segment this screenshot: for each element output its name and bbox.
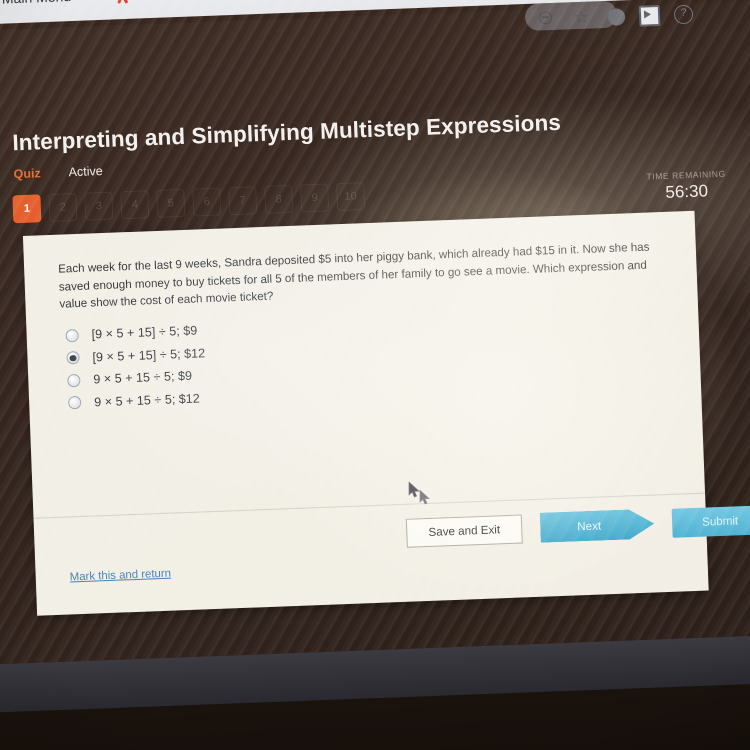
radio-button[interactable]	[67, 373, 81, 388]
quiz-card: Each week for the last 9 weeks, Sandra d…	[22, 210, 750, 616]
radio-button[interactable]	[67, 396, 82, 410]
help-icon[interactable]: ?	[673, 4, 694, 25]
bookmark-ttm[interactable]: TTM	[114, 0, 166, 2]
answer-option-label: [9 × 5 + 15] ÷ 5; $12	[92, 345, 206, 365]
answer-options: [9 × 5 + 15] ÷ 5; $9 [9 × 5 + 15] ÷ 5; $…	[65, 305, 588, 414]
mark-this-and-return-link[interactable]: Mark this and return	[70, 568, 172, 584]
timer: TIME REMAINING 56:30	[626, 168, 747, 204]
photo-of-monitor: Woman's × Woman's × Classes ×	[0, 0, 750, 750]
cast-icon[interactable]	[638, 4, 661, 27]
status-badge: Active	[68, 163, 103, 180]
question-tab-8[interactable]: 8	[264, 184, 294, 214]
bookmark-label: Trophies Main Menu	[0, 0, 71, 9]
radio-button[interactable]	[65, 328, 79, 343]
red-x-icon	[114, 0, 131, 2]
radio-button-selected[interactable]	[66, 351, 80, 365]
bookmark-label: TTM	[137, 0, 166, 2]
answer-option-label: [9 × 5 + 15] ÷ 5; $9	[91, 323, 198, 342]
browser-extension-icons: ?	[607, 4, 694, 28]
save-and-exit-button[interactable]: Save and Exit	[405, 513, 523, 548]
question-tab-1[interactable]: 1	[12, 194, 42, 224]
question-tab-2[interactable]: 2	[48, 192, 78, 222]
answer-option-label: 9 × 5 + 15 ÷ 5; $12	[93, 391, 201, 410]
monitor-screen: Woman's × Woman's × Classes ×	[0, 0, 750, 667]
zoom-out-icon[interactable]	[537, 9, 558, 30]
question-tab-9[interactable]: 9	[300, 183, 330, 213]
question-tab-10[interactable]: 10	[336, 182, 366, 212]
bookmark-trophies-main-menu[interactable]: Trophies Main Menu	[0, 0, 71, 10]
question-tab-3[interactable]: 3	[84, 191, 114, 221]
question-tab-4[interactable]: 4	[120, 190, 150, 220]
question-tab-6[interactable]: 6	[192, 187, 222, 217]
question-text: Each week for the last 9 weeks, Sandra d…	[57, 240, 650, 311]
question-tab-7[interactable]: 7	[228, 186, 258, 216]
question-tab-5[interactable]: 5	[156, 188, 186, 218]
bookmark-star-icon[interactable]: ☆	[571, 8, 592, 29]
extension-icon[interactable]	[607, 8, 626, 26]
browser-toolbar-icons: ☆	[537, 8, 592, 30]
action-buttons: Save and Exit Next Submit	[405, 504, 750, 548]
next-button[interactable]: Next	[540, 509, 655, 543]
assignment-type-label: Quiz	[13, 166, 41, 182]
submit-button[interactable]: Submit	[671, 504, 750, 538]
answer-option-label: 9 × 5 + 15 ÷ 5; $9	[93, 368, 193, 387]
